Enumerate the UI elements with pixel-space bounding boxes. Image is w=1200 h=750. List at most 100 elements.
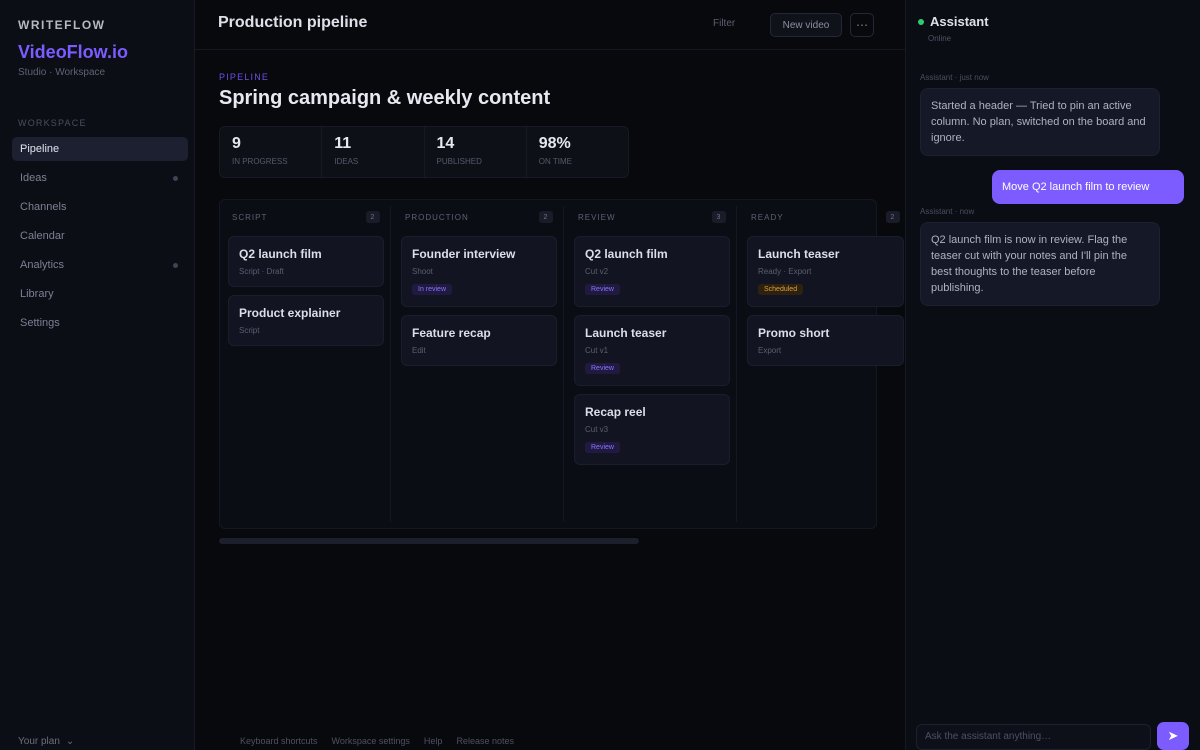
stat-on-time: 98% ON TIME [527,127,628,177]
status-badge: Review [585,442,620,453]
page-header-title: Production pipeline [218,14,368,31]
page-eyebrow: PIPELINE [219,72,270,82]
column-title: SCRIPT [232,212,268,222]
brand-eyebrow: WRITEFLOW [18,18,106,32]
column-count-badge: 2 [366,211,380,223]
board-column: PRODUCTION 2 Founder interview Shoot In revi… [399,206,564,522]
message-meta: Assistant · now [920,207,975,216]
count-dot-icon [173,262,178,268]
sidebar-item-ideas[interactable]: Ideas [12,166,188,190]
horizontal-scrollbar[interactable] [219,538,639,544]
card-meta: Script · Draft [239,267,284,276]
stat-in-progress: 9 IN PROGRESS [220,127,323,177]
column-title: REVIEW [578,212,616,222]
sidebar: WRITEFLOW VideoFlow.io Studio · Workspac… [0,0,195,750]
card-title: Launch teaser [758,247,840,261]
sidebar-item-label: Pipeline [20,143,60,155]
column-count-badge: 2 [539,211,553,223]
card-meta: Edit [412,346,426,355]
video-card[interactable]: Recap reel Cut v3 Review [574,394,730,465]
column-count-badge: 3 [712,211,726,223]
sidebar-item-pipeline[interactable]: Pipeline [12,137,188,161]
stat-label: ON TIME [538,157,572,166]
assistant-panel: Assistant Online Assistant · just now St… [905,0,1200,750]
user-message: Move Q2 launch film to review [992,170,1184,204]
stat-label: IN PROGRESS [232,157,288,166]
assistant-status: Online [928,34,952,43]
video-card[interactable]: Launch teaser Ready · Export Scheduled [747,236,904,307]
stat-value: 9 [232,135,241,152]
card-meta: Cut v3 [585,425,609,434]
stat-value: 14 [436,135,455,152]
sidebar-item-analytics[interactable]: Analytics [12,253,188,277]
board-column: READY 2 Launch teaser Ready · Export Schedul… [745,206,910,522]
sidebar-item-settings[interactable]: Settings [12,311,188,335]
message-meta: Assistant · just now [920,73,989,82]
card-meta: Cut v2 [585,267,609,276]
sidebar-nav: Pipeline Ideas Channels Calendar Analyti… [12,137,188,340]
stat-value: 98% [538,135,571,152]
stat-label: IDEAS [334,157,359,166]
card-title: Launch teaser [585,326,667,340]
stats-bar: 9 IN PROGRESS 11 IDEAS 14 PUBLISHED 98% … [219,126,629,178]
page-title: Spring campaign & weekly content [219,87,551,109]
sidebar-item-library[interactable]: Library [12,282,188,306]
status-badge: Review [585,284,620,295]
footer-link[interactable]: Release notes [456,736,514,746]
video-card[interactable]: Founder interview Shoot In review [401,236,557,307]
column-count-badge: 2 [886,211,900,223]
sidebar-item-label: Analytics [20,259,65,271]
card-title: Promo short [758,326,830,340]
composer-input[interactable]: Ask the assistant anything… [916,724,1151,750]
assistant-title: Assistant [930,14,989,29]
stat-ideas: 11 IDEAS [322,127,425,177]
video-card[interactable]: Product explainer Script [228,295,384,346]
brand-meta: Studio · Workspace [18,67,106,78]
video-card[interactable]: Feature recap Edit [401,315,557,366]
sidebar-item-label: Settings [20,317,60,329]
new-video-button[interactable]: New video [770,13,842,37]
card-meta: Cut v1 [585,346,609,355]
card-title: Founder interview [412,247,516,261]
filter-link[interactable]: Filter [713,18,735,29]
stat-label: PUBLISHED [436,157,482,166]
sidebar-item-label: Ideas [20,172,47,184]
sidebar-item-label: Library [20,288,54,300]
assistant-header: Assistant [918,14,989,29]
footer-link[interactable]: Workspace settings [332,736,410,746]
column-header: SCRIPT 2 [226,206,386,228]
sidebar-footer[interactable]: Your plan ⌄ [18,736,74,747]
column-header: READY 2 [745,206,906,228]
nav-section-label: WORKSPACE [18,118,87,128]
count-dot-icon [173,175,178,181]
status-dot-icon [918,18,924,25]
sidebar-item-channels[interactable]: Channels [12,195,188,219]
board-column: REVIEW 3 Q2 launch film Cut v2 Review Launch … [572,206,737,522]
card-title: Q2 launch film [239,247,322,261]
video-card[interactable]: Promo short Export [747,315,904,366]
brand-name[interactable]: VideoFlow.io [18,42,128,63]
board-column: SCRIPT 2 Q2 launch film Script · Draft Produ… [226,206,391,522]
status-badge: Review [585,363,620,374]
card-meta: Export [758,346,782,355]
card-title: Recap reel [585,405,646,419]
card-title: Q2 launch film [585,247,668,261]
card-meta: Script [239,326,260,335]
video-card[interactable]: Q2 launch film Script · Draft [228,236,384,287]
footer-link[interactable]: Keyboard shortcuts [240,736,318,746]
main-content: PIPELINE Spring campaign & weekly conten… [195,51,905,750]
status-badge: Scheduled [758,284,804,295]
column-header: PRODUCTION 2 [399,206,559,228]
video-card[interactable]: Q2 launch film Cut v2 Review [574,236,730,307]
more-icon[interactable]: ⋯ [850,13,874,37]
send-icon[interactable]: ➤ [1157,722,1189,750]
plan-label: Your plan [18,736,60,747]
video-card[interactable]: Launch teaser Cut v1 Review [574,315,730,386]
card-meta: Ready · Export [758,267,812,276]
assistant-message: Started a header — Tried to pin an activ… [920,88,1160,156]
footer-links: Keyboard shortcuts Workspace settings Help… [240,736,514,746]
footer-link[interactable]: Help [424,736,443,746]
column-title: READY [751,212,784,222]
card-title: Feature recap [412,326,491,340]
sidebar-item-calendar[interactable]: Calendar [12,224,188,248]
